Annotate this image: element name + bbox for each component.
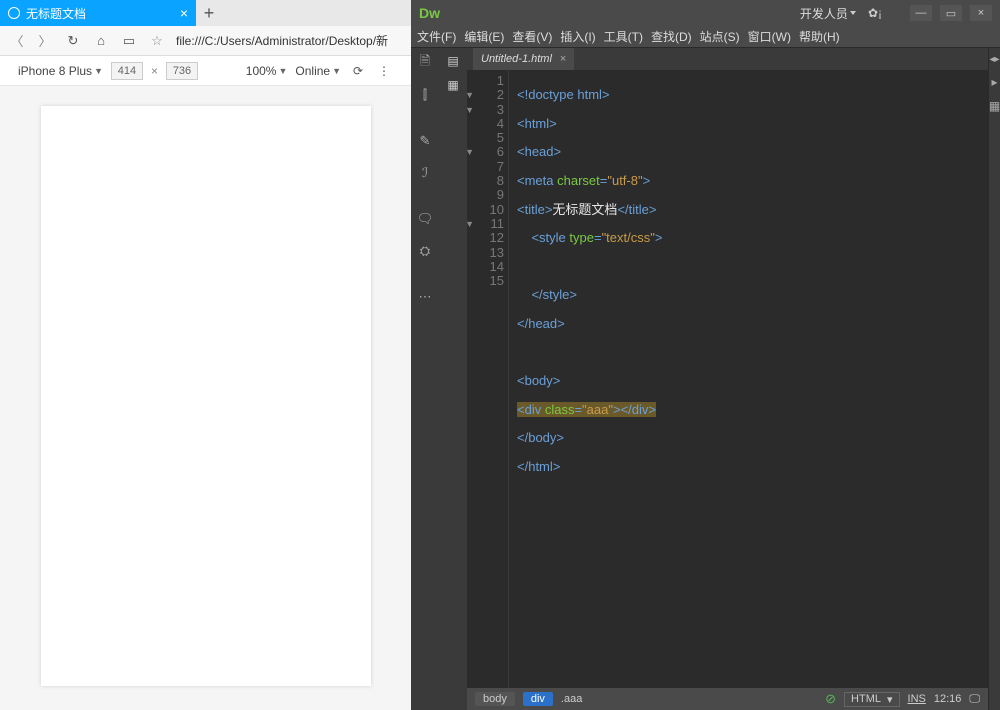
dreamweaver-pane: Dw 开发人员 ✿¡ — ▭ × 文件(F) 编辑(E) 查看(V) 插入(I)… <box>411 0 1000 710</box>
height-input[interactable] <box>166 62 198 80</box>
dw-logo: Dw <box>419 5 440 21</box>
kebab-icon[interactable]: ⋮ <box>375 64 393 78</box>
code-editor[interactable]: 12▼3▼456▼7891011▼12131415 <!doctype html… <box>467 70 988 688</box>
minimize-button[interactable]: — <box>910 5 932 21</box>
address-bar: 〈 〉 ↻ ⌂ ▭ ☆ file:///C:/Users/Administrat… <box>0 26 411 56</box>
forward-button[interactable]: 〉 <box>36 31 54 50</box>
code-lines[interactable]: <!doctype html> <html> <head> <meta char… <box>509 70 988 688</box>
file-tab-active[interactable]: Untitled-1.html × <box>473 48 574 70</box>
expand-right-icon[interactable]: ◂▸ <box>989 54 999 65</box>
new-tab-button[interactable]: + <box>196 3 222 24</box>
insert-mode[interactable]: INS <box>908 693 926 705</box>
menu-find[interactable]: 查找(D) <box>651 28 692 45</box>
close-window-button[interactable]: × <box>970 5 992 21</box>
close-icon[interactable]: × <box>180 5 188 21</box>
online-dropdown[interactable]: Online▼ <box>295 64 341 78</box>
assets-icon[interactable]: ▤ <box>447 54 458 68</box>
more-icon[interactable]: ⋯ <box>416 288 434 306</box>
file-icon[interactable]: 🗎 <box>416 54 434 72</box>
width-input[interactable] <box>111 62 143 80</box>
reload-button[interactable]: ↻ <box>64 33 82 49</box>
lang-dropdown[interactable]: HTML▾ <box>844 692 899 707</box>
panel-icon-2[interactable]: ▦ <box>989 99 1000 113</box>
crumb-div[interactable]: div <box>523 692 553 706</box>
status-bar: body div .aaa ⊘ HTML▾ INS 12:16 🖵 <box>467 688 988 710</box>
preview-area <box>0 86 411 710</box>
crumb-class[interactable]: .aaa <box>561 693 582 705</box>
brush-icon[interactable]: ℐ <box>416 164 434 182</box>
menu-tools[interactable]: 工具(T) <box>604 28 643 45</box>
menu-site[interactable]: 站点(S) <box>700 28 740 45</box>
back-button[interactable]: 〈 <box>8 31 26 50</box>
left-rail-2: ▤ ▦ <box>439 48 467 710</box>
dim-x: × <box>151 64 158 78</box>
file-tab-label: Untitled-1.html <box>481 53 552 65</box>
devtools-bar: iPhone 8 Plus▼ × 100%▼ Online▼ ⟳ ⋮ <box>0 56 411 86</box>
status-time: 12:16 <box>934 693 962 705</box>
globe-icon <box>8 7 20 19</box>
menu-help[interactable]: 帮助(H) <box>799 28 840 45</box>
menu-window[interactable]: 窗口(W) <box>748 28 791 45</box>
dw-titlebar: Dw 开发人员 ✿¡ — ▭ × <box>411 0 1000 26</box>
menu-insert[interactable]: 插入(I) <box>560 28 595 45</box>
sliders-icon[interactable]: ⫿ <box>416 86 434 104</box>
settings-icon[interactable]: ⛭ <box>416 242 434 260</box>
status-ok-icon[interactable]: ⊘ <box>825 691 836 707</box>
device-dropdown[interactable]: iPhone 8 Plus▼ <box>18 64 103 78</box>
file-tabs: Untitled-1.html × <box>467 48 988 70</box>
wand-icon[interactable]: ✎ <box>416 132 434 150</box>
browser-pane: 无标题文档 × + 〈 〉 ↻ ⌂ ▭ ☆ file:///C:/Users/A… <box>0 0 411 710</box>
left-rail: 🗎 ⫿ ✎ ℐ 🗨 ⛭ ⋯ <box>411 48 439 710</box>
right-rail: ◂▸ ▸ ▦ <box>988 48 1000 710</box>
preview-canvas[interactable] <box>41 106 371 686</box>
line-gutter: 12▼3▼456▼7891011▼12131415 <box>467 70 509 688</box>
tab-title: 无标题文档 <box>26 5 86 22</box>
browser-tabs: 无标题文档 × + <box>0 0 411 26</box>
editor-main: Untitled-1.html × 12▼3▼456▼7891011▼12131… <box>467 48 988 710</box>
rotate-button[interactable]: ⟳ <box>349 64 367 78</box>
monitor-icon[interactable]: 🖵 <box>969 693 980 706</box>
close-file-icon[interactable]: × <box>560 53 566 65</box>
workspace-dropdown[interactable]: 开发人员 <box>800 5 848 22</box>
menu-file[interactable]: 文件(F) <box>417 28 456 45</box>
maximize-button[interactable]: ▭ <box>940 5 962 21</box>
dom-icon[interactable]: ▦ <box>447 78 458 92</box>
crumb-body[interactable]: body <box>475 692 515 706</box>
chat-icon[interactable]: 🗨 <box>416 210 434 228</box>
star-icon[interactable]: ☆ <box>148 33 166 49</box>
url-field[interactable]: file:///C:/Users/Administrator/Desktop/新 <box>176 32 403 49</box>
menu-view[interactable]: 查看(V) <box>512 28 552 45</box>
panel-icon-1[interactable]: ▸ <box>991 75 997 89</box>
browser-tab-active[interactable]: 无标题文档 × <box>0 0 196 26</box>
menu-edit[interactable]: 编辑(E) <box>464 28 504 45</box>
zoom-dropdown[interactable]: 100%▼ <box>246 64 288 78</box>
home-button[interactable]: ⌂ <box>92 33 110 48</box>
reader-button[interactable]: ▭ <box>120 33 138 49</box>
gear-icon[interactable]: ✿¡ <box>868 6 882 20</box>
menu-bar: 文件(F) 编辑(E) 查看(V) 插入(I) 工具(T) 查找(D) 站点(S… <box>411 26 1000 48</box>
